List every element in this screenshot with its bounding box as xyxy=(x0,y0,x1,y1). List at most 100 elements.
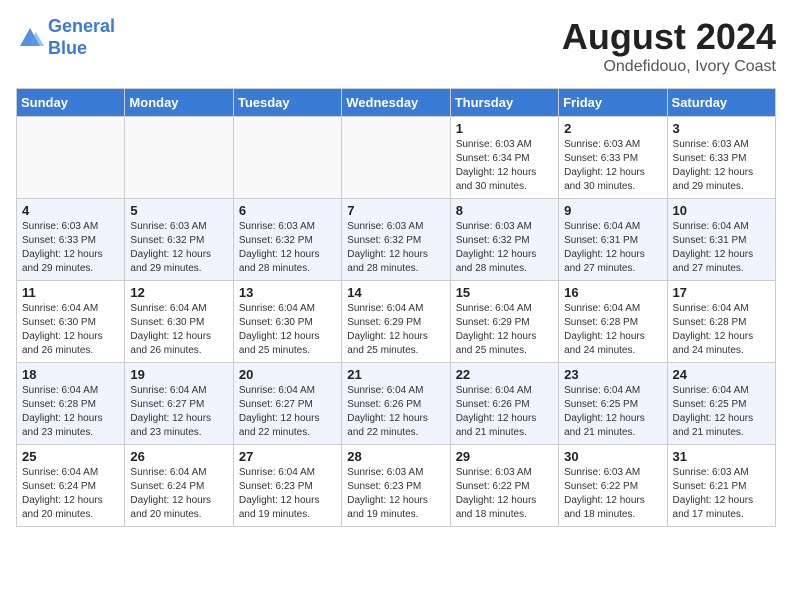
day-number: 18 xyxy=(22,367,119,382)
calendar-day-31: 31 Sunrise: 6:03 AM Sunset: 6:21 PM Dayli… xyxy=(667,445,775,527)
day-info: Sunrise: 6:04 AM Sunset: 6:29 PM Dayligh… xyxy=(347,302,444,358)
calendar-day-2: 2 Sunrise: 6:03 AM Sunset: 6:33 PM Daylig… xyxy=(559,117,667,199)
calendar-day-26: 26 Sunrise: 6:04 AM Sunset: 6:24 PM Dayli… xyxy=(125,445,233,527)
calendar-week-row: 11 Sunrise: 6:04 AM Sunset: 6:30 PM Dayli… xyxy=(17,281,776,363)
weekday-header-sunday: Sunday xyxy=(17,89,125,117)
day-info: Sunrise: 6:04 AM Sunset: 6:26 PM Dayligh… xyxy=(456,384,553,440)
day-info: Sunrise: 6:04 AM Sunset: 6:26 PM Dayligh… xyxy=(347,384,444,440)
day-info: Sunrise: 6:03 AM Sunset: 6:33 PM Dayligh… xyxy=(22,220,119,276)
calendar-day-3: 3Sunrise: 6:03 AM Sunset: 6:33 PM Daylig… xyxy=(667,117,775,199)
calendar-day-23: 23Sunrise: 6:04 AM Sunset: 6:25 PM Dayli… xyxy=(559,363,667,445)
day-number: 19 xyxy=(130,367,227,382)
day-info: Sunrise: 6:04 AM Sunset: 6:28 PM Dayligh… xyxy=(22,384,119,440)
day-info: Sunrise: 6:04 AM Sunset: 6:29 PM Dayligh… xyxy=(456,302,553,358)
calendar-day-11: 11 Sunrise: 6:04 AM Sunset: 6:30 PM Dayli… xyxy=(17,281,125,363)
calendar-day-21: 21 Sunrise: 6:04 AM Sunset: 6:26 PM Dayli… xyxy=(342,363,450,445)
day-number: 28 xyxy=(347,449,444,464)
logo: General Blue xyxy=(16,16,115,59)
calendar-day-14: 14 Sunrise: 6:04 AM Sunset: 6:29 PM Dayli… xyxy=(342,281,450,363)
day-number: 22 xyxy=(456,367,553,382)
day-info: Sunrise: 6:04 AM Sunset: 6:24 PM Dayligh… xyxy=(22,466,119,522)
day-number: 9 xyxy=(564,203,661,218)
day-info: Sunrise: 6:04 AM Sunset: 6:23 PM Dayligh… xyxy=(239,466,336,522)
weekday-header-thursday: Thursday xyxy=(450,89,558,117)
day-number: 21 xyxy=(347,367,444,382)
calendar-day-9: 9 Sunrise: 6:04 AM Sunset: 6:31 PM Daylig… xyxy=(559,199,667,281)
page-header: General Blue August 2024 Ondefidouo, Ivo… xyxy=(16,16,776,76)
day-info: Sunrise: 6:03 AM Sunset: 6:33 PM Dayligh… xyxy=(673,138,770,194)
calendar-empty xyxy=(342,117,450,199)
day-info: Sunrise: 6:04 AM Sunset: 6:27 PM Dayligh… xyxy=(239,384,336,440)
day-info: Sunrise: 6:04 AM Sunset: 6:30 PM Dayligh… xyxy=(239,302,336,358)
day-number: 26 xyxy=(130,449,227,464)
calendar-day-30: 30 Sunrise: 6:03 AM Sunset: 6:22 PM Dayli… xyxy=(559,445,667,527)
calendar-day-10: 10Sunrise: 6:04 AM Sunset: 6:31 PM Dayli… xyxy=(667,199,775,281)
day-info: Sunrise: 6:04 AM Sunset: 6:30 PM Dayligh… xyxy=(22,302,119,358)
day-number: 30 xyxy=(564,449,661,464)
day-number: 24 xyxy=(673,367,770,382)
calendar-week-row: 1 Sunrise: 6:03 AM Sunset: 6:34 PM Daylig… xyxy=(17,117,776,199)
day-number: 27 xyxy=(239,449,336,464)
calendar-day-6: 6 Sunrise: 6:03 AM Sunset: 6:32 PM Daylig… xyxy=(233,199,341,281)
day-number: 17 xyxy=(673,285,770,300)
title-block: August 2024 Ondefidouo, Ivory Coast xyxy=(562,16,776,76)
calendar-empty xyxy=(17,117,125,199)
day-info: Sunrise: 6:04 AM Sunset: 6:28 PM Dayligh… xyxy=(564,302,661,358)
day-info: Sunrise: 6:04 AM Sunset: 6:31 PM Dayligh… xyxy=(564,220,661,276)
day-number: 4 xyxy=(22,203,119,218)
day-number: 2 xyxy=(564,121,661,136)
day-number: 11 xyxy=(22,285,119,300)
day-info: Sunrise: 6:04 AM Sunset: 6:31 PM Dayligh… xyxy=(673,220,770,276)
calendar-week-row: 18 Sunrise: 6:04 AM Sunset: 6:28 PM Dayli… xyxy=(17,363,776,445)
day-info: Sunrise: 6:03 AM Sunset: 6:22 PM Dayligh… xyxy=(456,466,553,522)
day-number: 29 xyxy=(456,449,553,464)
day-number: 6 xyxy=(239,203,336,218)
day-info: Sunrise: 6:03 AM Sunset: 6:34 PM Dayligh… xyxy=(456,138,553,194)
calendar-day-25: 25 Sunrise: 6:04 AM Sunset: 6:24 PM Dayli… xyxy=(17,445,125,527)
day-info: Sunrise: 6:03 AM Sunset: 6:32 PM Dayligh… xyxy=(456,220,553,276)
calendar-day-1: 1 Sunrise: 6:03 AM Sunset: 6:34 PM Daylig… xyxy=(450,117,558,199)
calendar-day-27: 27 Sunrise: 6:04 AM Sunset: 6:23 PM Dayli… xyxy=(233,445,341,527)
weekday-header-tuesday: Tuesday xyxy=(233,89,341,117)
day-info: Sunrise: 6:03 AM Sunset: 6:23 PM Dayligh… xyxy=(347,466,444,522)
calendar-day-4: 4 Sunrise: 6:03 AM Sunset: 6:33 PM Daylig… xyxy=(17,199,125,281)
day-number: 13 xyxy=(239,285,336,300)
day-number: 25 xyxy=(22,449,119,464)
day-number: 7 xyxy=(347,203,444,218)
calendar-week-row: 25 Sunrise: 6:04 AM Sunset: 6:24 PM Dayli… xyxy=(17,445,776,527)
day-info: Sunrise: 6:04 AM Sunset: 6:30 PM Dayligh… xyxy=(130,302,227,358)
calendar-day-16: 16 Sunrise: 6:04 AM Sunset: 6:28 PM Dayli… xyxy=(559,281,667,363)
day-info: Sunrise: 6:03 AM Sunset: 6:33 PM Dayligh… xyxy=(564,138,661,194)
calendar-day-28: 28 Sunrise: 6:03 AM Sunset: 6:23 PM Dayli… xyxy=(342,445,450,527)
calendar-day-5: 5Sunrise: 6:03 AM Sunset: 6:32 PM Daylig… xyxy=(125,199,233,281)
calendar-day-29: 29 Sunrise: 6:03 AM Sunset: 6:22 PM Dayli… xyxy=(450,445,558,527)
day-info: Sunrise: 6:03 AM Sunset: 6:21 PM Dayligh… xyxy=(673,466,770,522)
weekday-header-friday: Friday xyxy=(559,89,667,117)
day-number: 1 xyxy=(456,121,553,136)
calendar-day-24: 24 Sunrise: 6:04 AM Sunset: 6:25 PM Dayli… xyxy=(667,363,775,445)
day-info: Sunrise: 6:04 AM Sunset: 6:28 PM Dayligh… xyxy=(673,302,770,358)
day-number: 16 xyxy=(564,285,661,300)
day-info: Sunrise: 6:04 AM Sunset: 6:25 PM Dayligh… xyxy=(673,384,770,440)
logo-text: General Blue xyxy=(48,16,115,59)
calendar-table: SundayMondayTuesdayWednesdayThursdayFrid… xyxy=(16,88,776,527)
day-number: 15 xyxy=(456,285,553,300)
day-number: 31 xyxy=(673,449,770,464)
weekday-header-wednesday: Wednesday xyxy=(342,89,450,117)
day-number: 8 xyxy=(456,203,553,218)
calendar-day-22: 22 Sunrise: 6:04 AM Sunset: 6:26 PM Dayli… xyxy=(450,363,558,445)
day-info: Sunrise: 6:03 AM Sunset: 6:32 PM Dayligh… xyxy=(130,220,227,276)
day-info: Sunrise: 6:03 AM Sunset: 6:22 PM Dayligh… xyxy=(564,466,661,522)
weekday-header-monday: Monday xyxy=(125,89,233,117)
day-number: 20 xyxy=(239,367,336,382)
calendar-title: August 2024 xyxy=(562,16,776,58)
calendar-day-20: 20 Sunrise: 6:04 AM Sunset: 6:27 PM Dayli… xyxy=(233,363,341,445)
calendar-subtitle: Ondefidouo, Ivory Coast xyxy=(562,58,776,76)
day-info: Sunrise: 6:03 AM Sunset: 6:32 PM Dayligh… xyxy=(239,220,336,276)
calendar-day-12: 12Sunrise: 6:04 AM Sunset: 6:30 PM Dayli… xyxy=(125,281,233,363)
calendar-empty xyxy=(125,117,233,199)
calendar-day-7: 7Sunrise: 6:03 AM Sunset: 6:32 PM Daylig… xyxy=(342,199,450,281)
day-number: 14 xyxy=(347,285,444,300)
day-info: Sunrise: 6:04 AM Sunset: 6:24 PM Dayligh… xyxy=(130,466,227,522)
day-info: Sunrise: 6:04 AM Sunset: 6:25 PM Dayligh… xyxy=(564,384,661,440)
